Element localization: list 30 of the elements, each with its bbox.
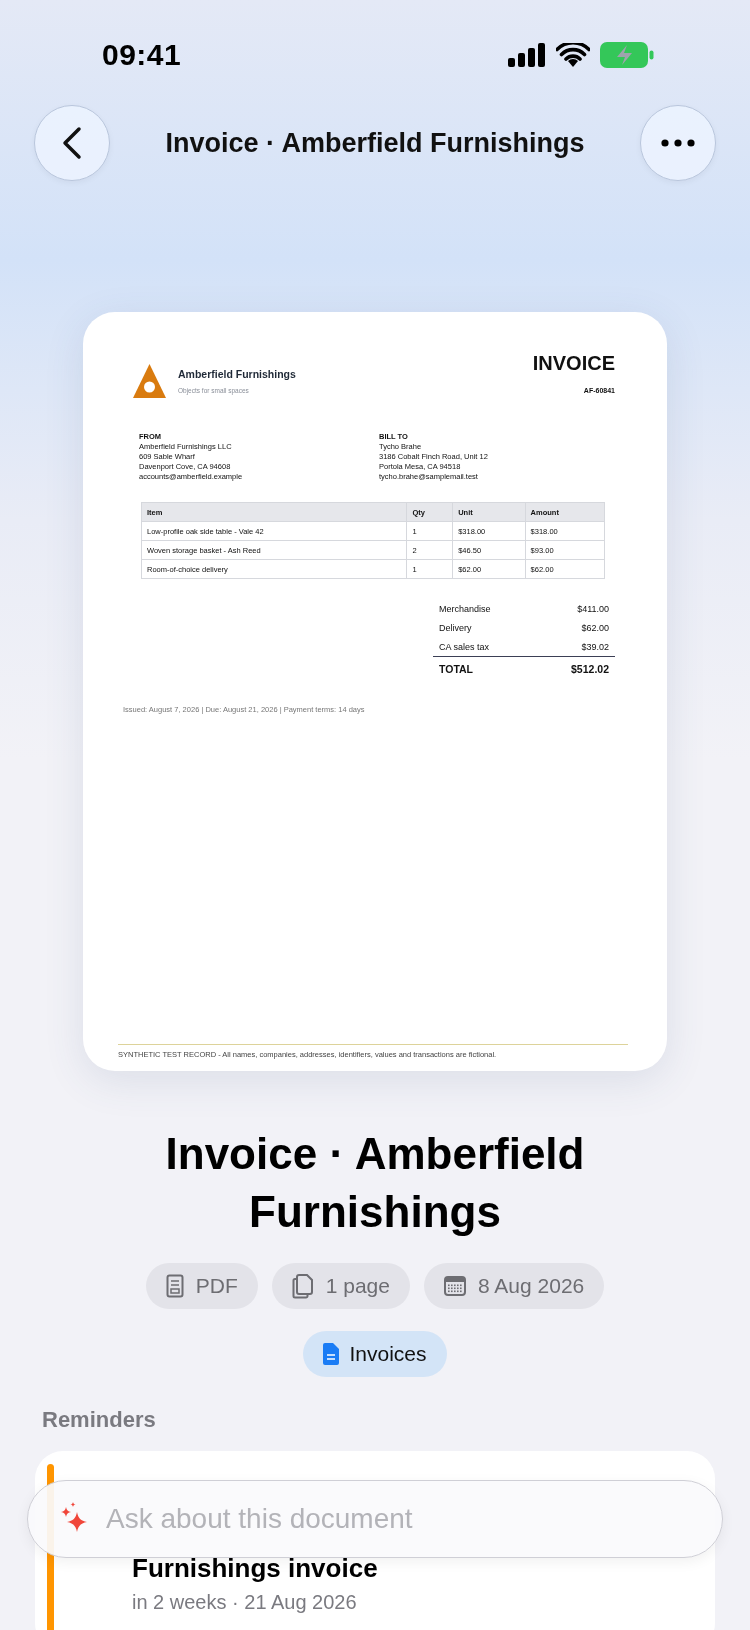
section-heading: Reminders [42,1407,157,1433]
calendar-icon [443,1276,466,1296]
total-value: $512.02 [571,663,609,675]
nav-title: Invoice · Amberfield Furnishings [165,127,585,159]
pages-icon [291,1273,314,1299]
signal-icon [508,43,546,67]
total-label: CA sales tax [439,641,490,652]
info-chip[interactable]: 1 page [271,1263,410,1309]
back-icon [62,126,82,160]
total-label: Merchandise [439,603,491,614]
total-label: TOTAL [439,663,474,675]
total-value: $62.00 [581,622,609,633]
company-name: Amberfield Furnishings [178,368,296,380]
info-chip[interactable]: 8 Aug 2026 [423,1263,605,1309]
info-chip[interactable]: PDF [145,1263,258,1309]
clock-time: 09:41 [102,38,182,72]
battery-icon [600,42,654,68]
document-title: Invoice · Amberfield Furnishings [164,1128,586,1238]
invoice-heading: INVOICE [532,352,615,375]
reminder-due: in 2 weeks · 21 Aug 2026 [132,1590,358,1614]
logo-icon [133,364,166,398]
total-value: $411.00 [577,603,609,614]
total-value: $39.02 [581,641,609,652]
category-tag[interactable]: Invoices [303,1331,447,1377]
document-icon [165,1274,184,1298]
total-label: Delivery [439,622,472,633]
ask-field[interactable]: Ask about this document [27,1480,723,1558]
wifi-icon [556,43,590,67]
document-icon [323,1343,340,1365]
more-icon [661,139,695,147]
